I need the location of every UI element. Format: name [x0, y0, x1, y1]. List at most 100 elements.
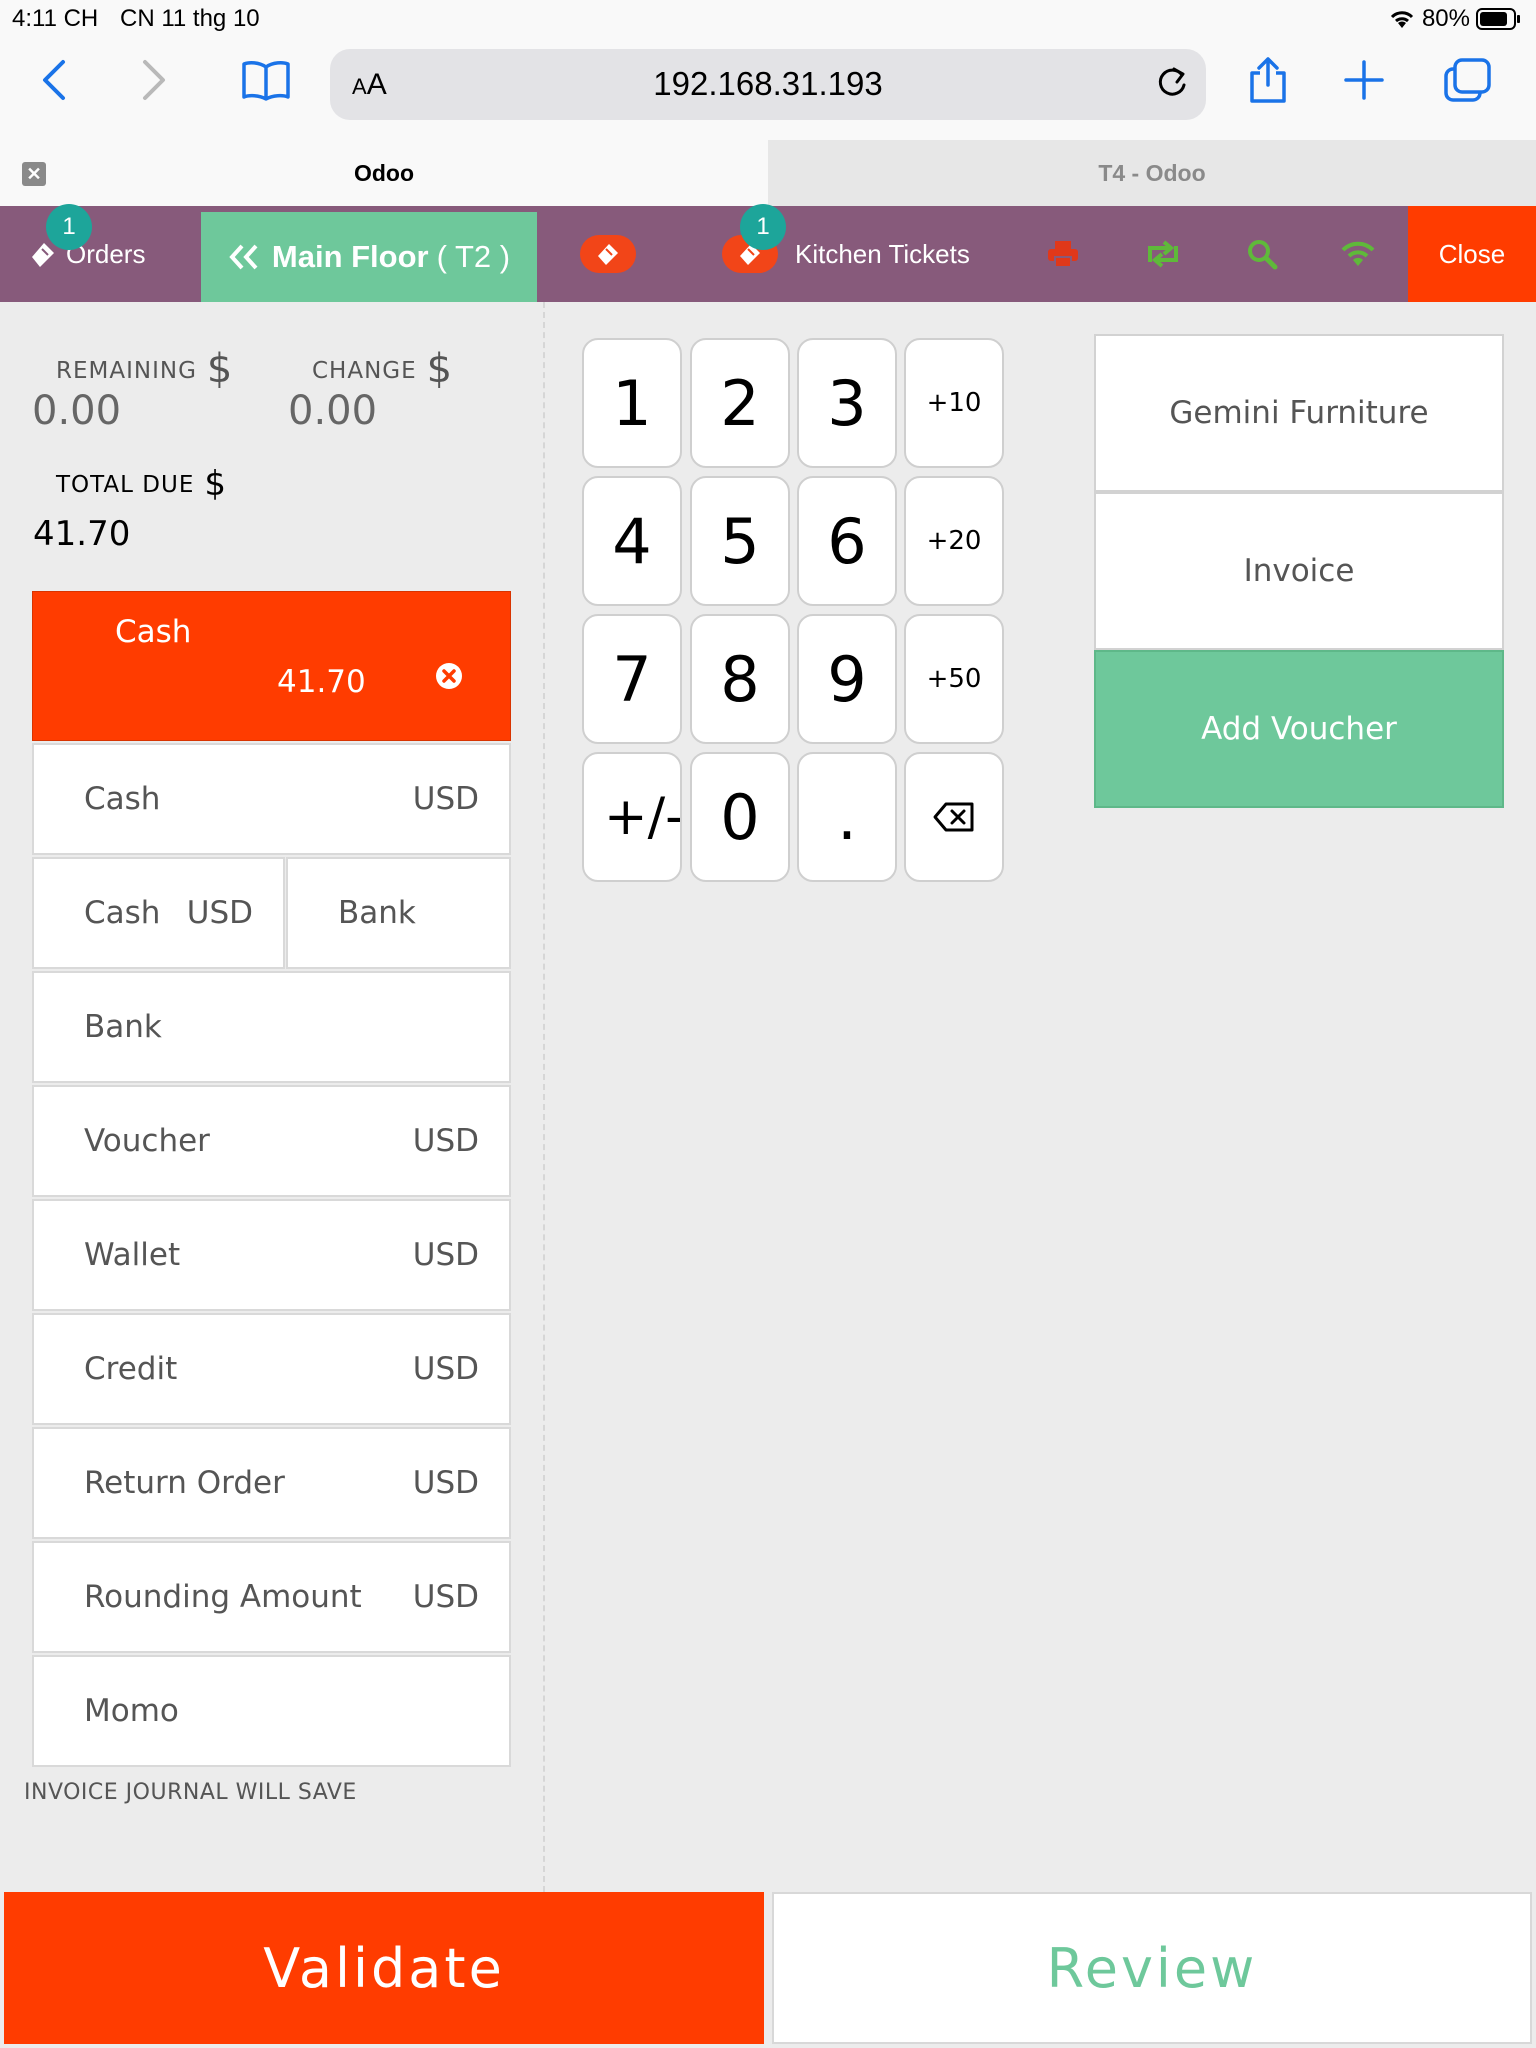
numpad-key-plus50[interactable]: +50 — [904, 614, 1004, 744]
customer-button[interactable]: Gemini Furniture — [1094, 334, 1504, 492]
payment-method-cash-usd[interactable]: Cash USD — [32, 857, 285, 969]
print-button[interactable] — [1046, 206, 1080, 302]
payment-method-wallet[interactable]: Wallet USD — [32, 1199, 511, 1311]
invoice-button[interactable]: Invoice — [1094, 492, 1504, 650]
numpad-key-2[interactable]: 2 — [690, 338, 790, 468]
payment-method-return-order[interactable]: Return Order USD — [32, 1427, 511, 1539]
payment-line-method: Cash — [115, 614, 192, 650]
address-bar[interactable]: AA 192.168.31.193 — [330, 49, 1206, 120]
numpad-key-5[interactable]: 5 — [690, 476, 790, 606]
tabs-icon — [1444, 58, 1491, 102]
payment-method-name: Credit — [84, 1351, 178, 1387]
payment-method-name: Voucher — [84, 1123, 210, 1159]
payment-method-name: Bank — [338, 895, 416, 931]
wifi-icon — [1341, 241, 1375, 266]
ticket-button[interactable] — [580, 235, 636, 273]
payment-method-voucher[interactable]: Voucher USD — [32, 1085, 511, 1197]
share-button[interactable] — [1236, 48, 1300, 112]
status-time: 4:11 CH — [12, 5, 99, 32]
book-icon — [242, 61, 290, 101]
remaining-value: 0.00 — [32, 388, 122, 434]
close-tab-icon[interactable]: ✕ — [22, 162, 46, 186]
review-button[interactable]: Review — [772, 1892, 1532, 2044]
battery-percent: 80% — [1421, 5, 1470, 32]
numpad-key-3[interactable]: 3 — [797, 338, 897, 468]
payment-method-name: Momo — [84, 1693, 179, 1729]
payment-method-momo[interactable]: Momo — [32, 1655, 511, 1767]
reload-icon[interactable] — [1152, 63, 1192, 107]
remove-circle-icon[interactable] — [435, 662, 463, 694]
browser-toolbar: AA 192.168.31.193 — [0, 38, 1536, 140]
payment-method-credit[interactable]: Credit USD — [32, 1313, 511, 1425]
forward-button[interactable] — [122, 48, 186, 112]
payment-method-rounding-amount[interactable]: Rounding Amount USD — [32, 1541, 511, 1653]
numpad-key-sign[interactable]: +/- — [582, 752, 682, 882]
payment-method-currency: USD — [412, 1237, 479, 1273]
payment-method-name: Cash — [84, 895, 161, 931]
new-tab-button[interactable] — [1332, 48, 1396, 112]
numpad-key-plus20[interactable]: +20 — [904, 476, 1004, 606]
tabs-overview-button[interactable] — [1436, 48, 1500, 112]
floor-button[interactable]: Main Floor ( T2 ) — [201, 212, 537, 302]
search-button[interactable] — [1246, 206, 1278, 302]
payment-method-currency: USD — [412, 1351, 479, 1387]
tab-title: T4 - Odoo — [1098, 159, 1206, 186]
change-label: CHANGE $ — [312, 346, 453, 392]
payment-method-currency: USD — [412, 1465, 479, 1501]
bookmarks-button[interactable] — [234, 48, 298, 112]
change-label-text: CHANGE — [312, 358, 417, 384]
plus-icon — [1344, 60, 1384, 100]
browser-tabs: ✕ Odoo T4 - Odoo — [0, 140, 1536, 206]
numpad-key-8[interactable]: 8 — [690, 614, 790, 744]
tab-t4-odoo[interactable]: T4 - Odoo — [768, 140, 1536, 206]
connection-status[interactable] — [1340, 206, 1376, 302]
numpad-key-6[interactable]: 6 — [797, 476, 897, 606]
kitchen-tickets-button[interactable]: Kitchen Tickets — [795, 206, 970, 302]
payment-method-name: Return Order — [84, 1465, 285, 1501]
payment-method-currency: USD — [412, 1579, 479, 1615]
numpad-key-backspace[interactable] — [904, 752, 1004, 882]
status-right: 80% — [1388, 5, 1522, 33]
numpad-key-0[interactable]: 0 — [690, 752, 790, 882]
change-currency: $ — [426, 346, 454, 392]
payment-method-bank-short[interactable]: Bank — [286, 857, 511, 969]
sync-button[interactable] — [1144, 206, 1182, 302]
payment-method-name: Bank — [84, 1009, 162, 1045]
add-voucher-button[interactable]: Add Voucher — [1094, 650, 1504, 808]
payment-method-name: Rounding Amount — [84, 1579, 362, 1615]
chevron-left-icon — [43, 60, 65, 100]
payment-method-cash[interactable]: Cash USD — [32, 743, 511, 855]
numpad-key-dot[interactable]: . — [797, 752, 897, 882]
numpad-key-plus10[interactable]: +10 — [904, 338, 1004, 468]
payment-method-currency: USD — [186, 895, 253, 931]
payment-method-currency: USD — [412, 781, 479, 817]
numpad-key-4[interactable]: 4 — [582, 476, 682, 606]
validate-button[interactable]: Validate — [4, 1892, 764, 2044]
total-due-label-text: TOTAL DUE — [56, 472, 195, 498]
close-button[interactable]: Close — [1408, 206, 1536, 302]
table-name: ( T2 ) — [436, 239, 511, 274]
floor-name: Main Floor — [271, 239, 429, 274]
back-button[interactable] — [22, 48, 86, 112]
numpad-key-9[interactable]: 9 — [797, 614, 897, 744]
numpad-key-1[interactable]: 1 — [582, 338, 682, 468]
status-date: CN 11 thg 10 — [120, 5, 260, 32]
remaining-label: REMAINING $ — [56, 346, 233, 392]
selected-payment-line[interactable]: Cash 41.70 — [32, 591, 511, 741]
wifi-icon — [1390, 11, 1414, 28]
change-value: 0.00 — [288, 388, 378, 434]
pos-header: Orders 1 Main Floor ( T2 ) 1 Kitchen Tic… — [0, 204, 1536, 302]
orders-count-badge: 1 — [46, 204, 92, 250]
ticket-icon — [598, 244, 618, 265]
tab-odoo[interactable]: ✕ Odoo — [0, 140, 768, 206]
payment-method-bank[interactable]: Bank — [32, 971, 511, 1083]
journal-note: INVOICE JOURNAL WILL SAVE — [24, 1780, 357, 1805]
total-due-label: TOTAL DUE $ — [56, 464, 227, 504]
share-icon — [1250, 57, 1286, 103]
kitchen-tickets-label: Kitchen Tickets — [795, 238, 970, 269]
total-due-value: 41.70 — [33, 514, 131, 554]
numpad-key-7[interactable]: 7 — [582, 614, 682, 744]
remaining-label-text: REMAINING — [56, 358, 197, 384]
payment-line-amount[interactable]: 41.70 — [277, 664, 366, 700]
payment-method-name: Wallet — [84, 1237, 181, 1273]
